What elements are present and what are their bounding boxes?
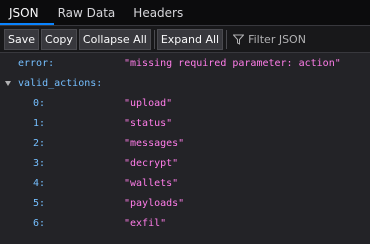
save-button[interactable]: Save: [4, 28, 40, 50]
tab-json[interactable]: JSON: [0, 0, 54, 25]
json-tree: error: "missing required parameter: acti…: [0, 53, 370, 244]
json-string-value: "missing required parameter: action": [124, 57, 341, 69]
tab-headers[interactable]: Headers: [131, 0, 192, 25]
json-row-item[interactable]: 6: "exfil": [0, 213, 370, 233]
json-index: 0:: [33, 97, 46, 109]
expand-all-button[interactable]: Expand All: [156, 28, 224, 50]
json-row-error[interactable]: error: "missing required parameter: acti…: [0, 53, 370, 73]
tab-headers-label: Headers: [133, 5, 184, 20]
tab-json-label: JSON: [9, 5, 39, 20]
json-string-value: "payloads": [124, 197, 185, 209]
json-row-item[interactable]: 2: "messages": [0, 133, 370, 153]
viewer-tabs: JSON Raw Data Headers: [0, 0, 370, 26]
expand-twisty-icon[interactable]: [5, 80, 11, 86]
tab-raw-data[interactable]: Raw Data: [54, 0, 132, 25]
json-index: 1:: [33, 117, 46, 129]
json-string-value: "wallets": [124, 177, 179, 189]
filter-placeholder: Filter JSON: [248, 32, 306, 46]
json-index: 3:: [33, 157, 46, 169]
json-row-item[interactable]: 0: "upload": [0, 93, 370, 113]
filter-json-input[interactable]: Filter JSON: [233, 29, 306, 50]
json-key: valid_actions:: [18, 77, 103, 89]
json-string-value: "decrypt": [124, 157, 179, 169]
toolbar-separator: [153, 29, 155, 49]
json-string-value: "exfil": [124, 217, 167, 229]
funnel-icon: [233, 34, 245, 45]
json-row-item[interactable]: 4: "wallets": [0, 173, 370, 193]
toolbar-separator: [226, 29, 228, 49]
json-index: 6:: [33, 217, 46, 229]
tab-raw-data-label: Raw Data: [57, 5, 116, 20]
json-row-item[interactable]: 3: "decrypt": [0, 153, 370, 173]
json-row-valid-actions[interactable]: valid_actions:: [0, 73, 370, 93]
copy-button[interactable]: Copy: [41, 28, 77, 50]
json-index: 4:: [33, 177, 46, 189]
json-string-value: "messages": [124, 137, 185, 149]
json-row-item[interactable]: 1: "status": [0, 113, 370, 133]
json-string-value: "upload": [124, 97, 173, 109]
json-string-value: "status": [124, 117, 173, 129]
collapse-all-button[interactable]: Collapse All: [78, 28, 151, 50]
json-index: 5:: [33, 197, 46, 209]
json-key: error:: [18, 57, 55, 69]
json-toolbar: Save Copy Collapse All Expand All Filter…: [0, 26, 370, 53]
json-index: 2:: [33, 137, 46, 149]
json-row-item[interactable]: 5: "payloads": [0, 193, 370, 213]
